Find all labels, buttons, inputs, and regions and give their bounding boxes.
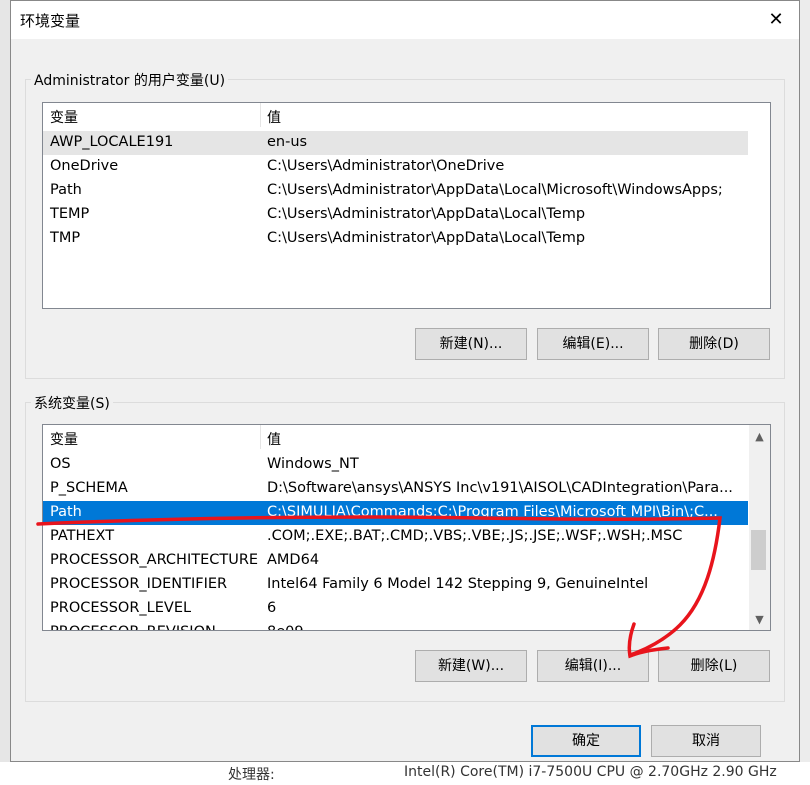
system-delete-button[interactable]: 删除(L) (658, 650, 770, 682)
variable-value-cell: en-us (267, 134, 308, 150)
variable-value-cell: Windows_NT (267, 456, 359, 472)
close-icon[interactable]: ✕ (753, 1, 799, 39)
variable-value-cell: Intel64 Family 6 Model 142 Stepping 9, G… (267, 576, 649, 592)
user-col-name-header[interactable]: 变量 (50, 107, 78, 127)
user-variables-label: Administrator 的用户变量(U) (31, 70, 229, 90)
table-row[interactable]: P_SCHEMA D:\Software\ansys\ANSYS Inc\v191… (43, 477, 748, 501)
variable-value-cell: AMD64 (267, 552, 320, 568)
environment-variables-dialog: 环境变量 ✕ Administrator 的用户变量(U) 变量 值 AWP_L… (10, 0, 800, 762)
variable-name-cell: TEMP (50, 206, 90, 222)
table-row[interactable]: PROCESSOR_IDENTIFIER Intel64 Family 6 Mod… (43, 573, 748, 597)
processor-value: Intel(R) Core(TM) i7-7500U CPU @ 2.70GHz… (404, 764, 777, 780)
cancel-button[interactable]: 取消 (651, 725, 761, 757)
table-row[interactable]: Path C:\SIMULIA\Commands;C:\Program Files… (43, 501, 748, 525)
user-edit-button[interactable]: 编辑(E)... (537, 328, 649, 360)
system-list-scrollbar[interactable]: ▲ ▼ (749, 425, 770, 630)
table-row[interactable]: OneDrive C:\Users\Administrator\OneDrive (43, 155, 748, 179)
table-row[interactable]: PATHEXT .COM;.EXE;.BAT;.CMD;.VBS;.VBE;.JS… (43, 525, 748, 549)
table-row[interactable]: PROCESSOR_REVISION 8e09 (43, 621, 748, 630)
background-window-bottom: 处理器: Intel(R) Core(TM) i7-7500U CPU @ 2.… (0, 762, 810, 785)
background-window-left (0, 0, 10, 785)
variable-name-cell: PROCESSOR_LEVEL (50, 600, 192, 616)
variable-name-cell: Path (50, 182, 82, 198)
variable-value-cell: C:\SIMULIA\Commands;C:\Program Files\Mic… (267, 504, 718, 520)
variable-value-cell: D:\Software\ansys\ANSYS Inc\v191\AISOL\C… (267, 480, 733, 496)
table-row[interactable]: AWP_LOCALE191 en-us (43, 131, 748, 155)
table-row[interactable]: PROCESSOR_LEVEL 6 (43, 597, 748, 621)
user-new-button[interactable]: 新建(N)... (415, 328, 527, 360)
variable-value-cell: .COM;.EXE;.BAT;.CMD;.VBS;.VBE;.JS;.JSE;.… (267, 528, 683, 544)
dialog-title: 环境变量 (20, 12, 81, 30)
user-list-header: 变量 值 (43, 103, 770, 127)
system-col-name-header[interactable]: 变量 (50, 429, 78, 449)
variable-name-cell: TMP (50, 230, 81, 246)
variable-value-cell: C:\Users\Administrator\AppData\Local\Mic… (267, 182, 723, 198)
ok-button[interactable]: 确定 (531, 725, 641, 757)
variable-name-cell: P_SCHEMA (50, 480, 128, 496)
variable-value-cell: 6 (267, 600, 277, 616)
system-variables-label: 系统变量(S) (31, 393, 113, 413)
variable-name-cell: OneDrive (50, 158, 119, 174)
scroll-up-icon[interactable]: ▲ (751, 428, 768, 445)
processor-label: 处理器: (228, 767, 275, 783)
system-variables-list[interactable]: 变量 值 OS Windows_NT P_SCHEMA D:\Software\ans… (42, 424, 771, 631)
user-delete-button[interactable]: 删除(D) (658, 328, 770, 360)
table-row[interactable]: TEMP C:\Users\Administrator\AppData\Local… (43, 203, 748, 227)
table-row[interactable]: OS Windows_NT (43, 453, 748, 477)
variable-name-cell: Path (50, 504, 82, 520)
user-variables-list[interactable]: 变量 值 AWP_LOCALE191 en-us OneDrive C:\Users\… (42, 102, 771, 309)
user-col-value-header[interactable]: 值 (267, 107, 281, 127)
system-col-value-header[interactable]: 值 (267, 429, 281, 449)
scroll-down-icon[interactable]: ▼ (751, 611, 768, 628)
system-edit-button[interactable]: 编辑(I)... (537, 650, 649, 682)
background-window-right (800, 0, 810, 785)
variable-name-cell: AWP_LOCALE191 (50, 134, 174, 150)
variable-name-cell: PROCESSOR_IDENTIFIER (50, 576, 228, 592)
variable-value-cell: C:\Users\Administrator\AppData\Local\Tem… (267, 206, 586, 222)
scrollbar-thumb[interactable] (751, 530, 766, 570)
variable-value-cell: C:\Users\Administrator\OneDrive (267, 158, 505, 174)
variable-value-cell: C:\Users\Administrator\AppData\Local\Tem… (267, 230, 586, 246)
variable-name-cell: OS (50, 456, 71, 472)
variable-value-cell: 8e09 (267, 624, 304, 630)
table-row[interactable]: Path C:\Users\Administrator\AppData\Local… (43, 179, 748, 203)
variable-name-cell: PROCESSOR_REVISION (50, 624, 216, 630)
table-row[interactable]: TMP C:\Users\Administrator\AppData\Local\… (43, 227, 748, 251)
system-list-header: 变量 值 (43, 425, 770, 449)
variable-name-cell: PATHEXT (50, 528, 115, 544)
table-row[interactable]: PROCESSOR_ARCHITECTURE AMD64 (43, 549, 748, 573)
variable-name-cell: PROCESSOR_ARCHITECTURE (50, 552, 259, 568)
title-bar: 环境变量 ✕ (11, 1, 799, 39)
system-new-button[interactable]: 新建(W)... (415, 650, 527, 682)
